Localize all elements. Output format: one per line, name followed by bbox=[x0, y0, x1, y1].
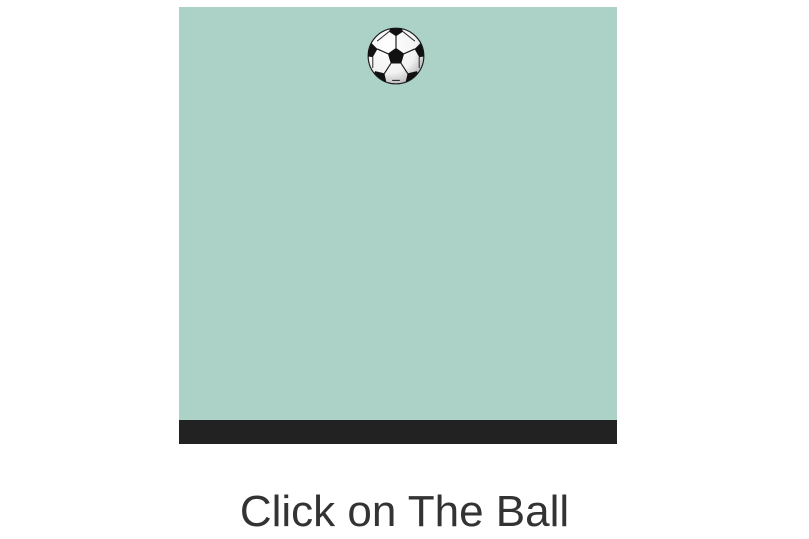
game-area[interactable] bbox=[179, 7, 617, 444]
ground-bar bbox=[179, 420, 617, 444]
soccer-ball-icon[interactable] bbox=[367, 27, 425, 85]
instruction-text: Click on The Ball bbox=[239, 487, 570, 536]
